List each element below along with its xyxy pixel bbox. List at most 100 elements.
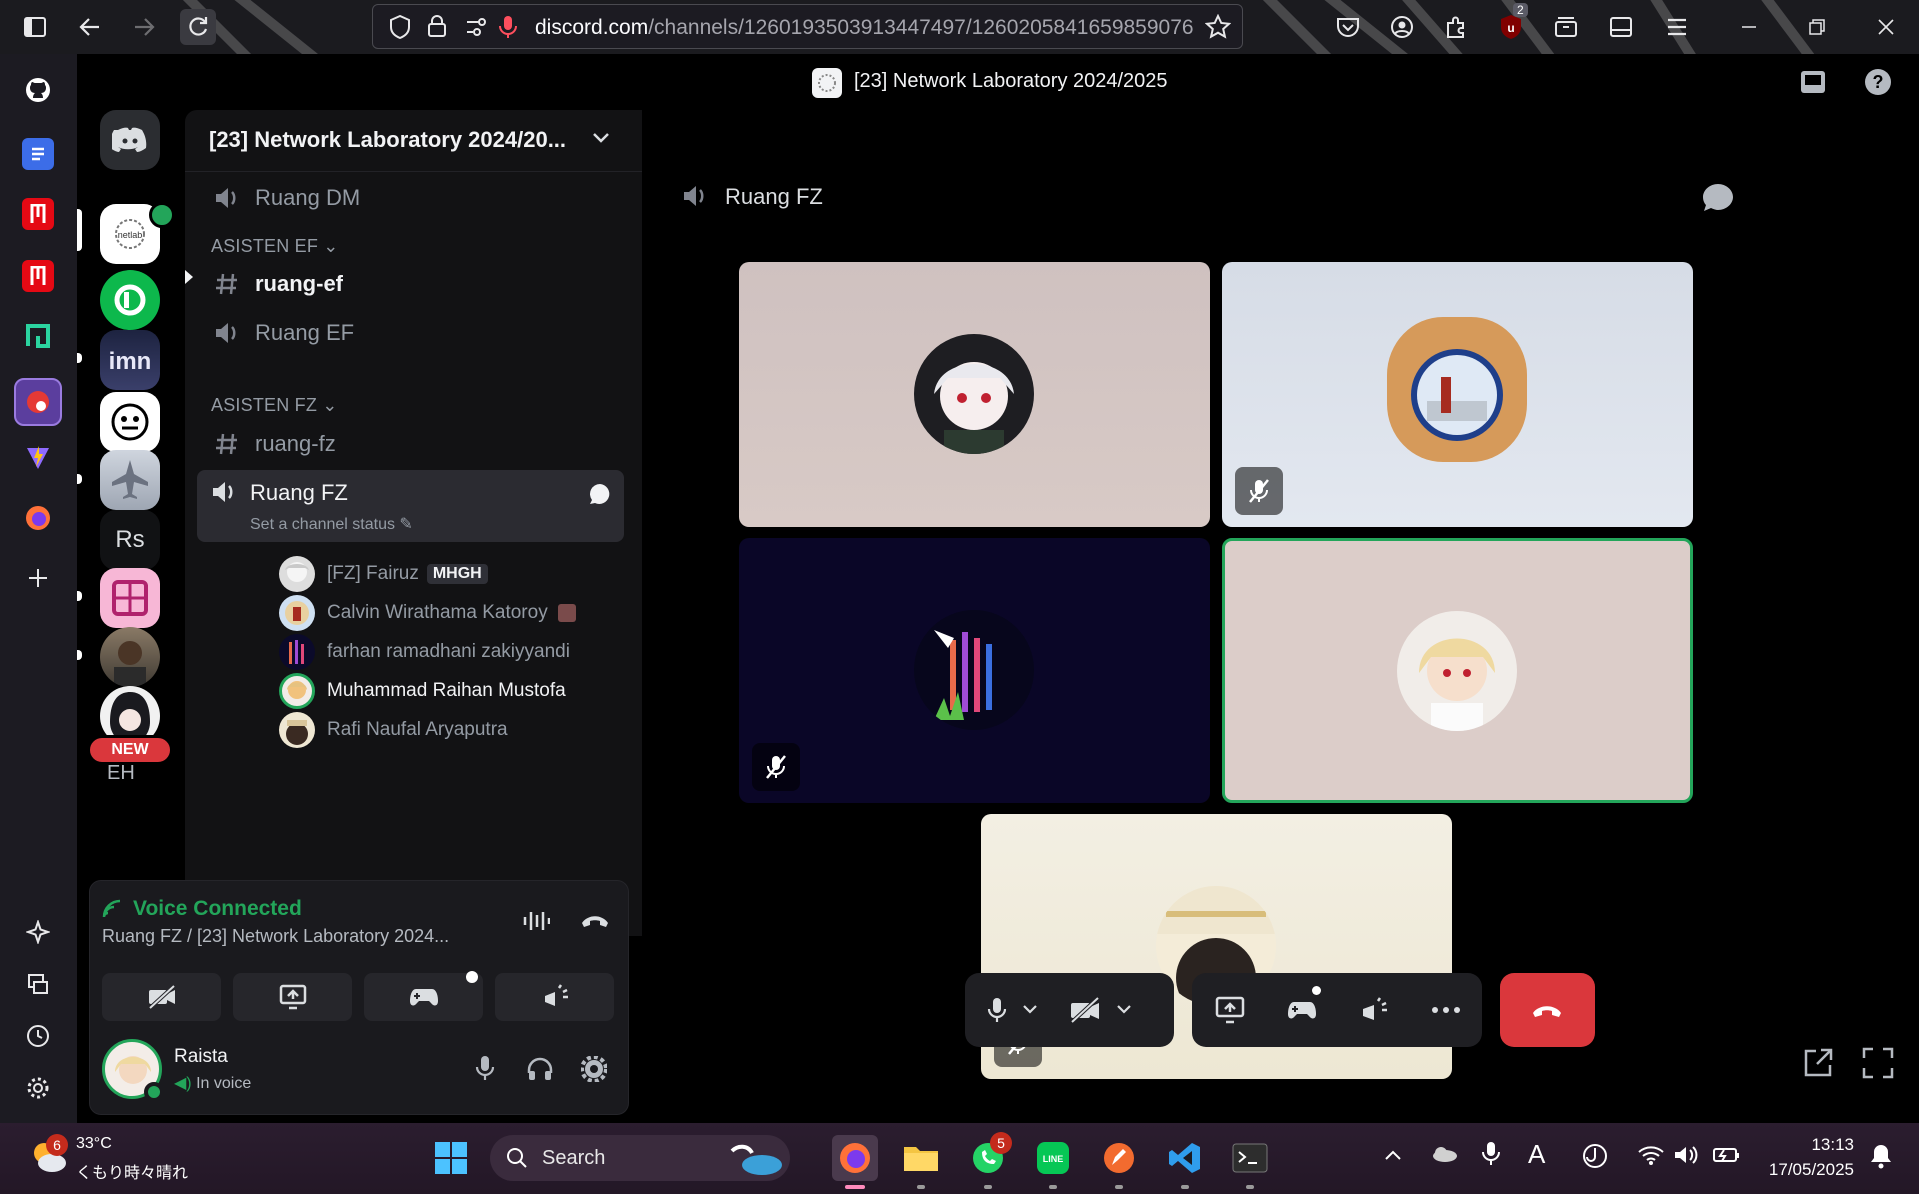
voice-member[interactable]: [FZ] Fairuz MHGH — [279, 552, 488, 596]
channel-ruang-fz-voice-selected[interactable]: Ruang FZ Set a channel status ✎ — [197, 470, 624, 542]
account-icon[interactable] — [1384, 9, 1420, 45]
sidebar-view-icon[interactable] — [1603, 9, 1639, 45]
popout-icon[interactable] — [1802, 1047, 1834, 1079]
reload-icon[interactable] — [180, 9, 216, 45]
tray-overflow-icon[interactable] — [1384, 1149, 1402, 1161]
channel-status-input[interactable]: Set a channel status ✎ — [250, 514, 413, 534]
channel-ruang-ef-text[interactable]: ruang-ef — [197, 262, 624, 306]
sidebar-toggle-icon[interactable] — [17, 9, 53, 45]
server-rs[interactable]: Rs — [100, 510, 160, 570]
voice-location[interactable]: Ruang FZ / [23] Network Laboratory 2024.… — [102, 926, 449, 947]
add-icon[interactable] — [22, 562, 54, 594]
participant-tile[interactable] — [739, 262, 1210, 527]
voice-status[interactable]: Voice Connected — [133, 897, 302, 921]
firefox-icon[interactable] — [22, 502, 54, 534]
history-icon[interactable] — [22, 1020, 54, 1052]
lock-icon[interactable] — [427, 14, 447, 38]
disconnect-icon[interactable] — [580, 911, 610, 929]
participant-tile[interactable] — [1222, 262, 1693, 527]
server-header[interactable]: [23] Network Laboratory 2024/20... — [185, 110, 642, 172]
url-text[interactable]: discord.com/channels/1260193503913447497… — [535, 16, 1194, 40]
activities-button[interactable] — [1270, 973, 1334, 1047]
app-icon-n-2[interactable] — [22, 260, 54, 292]
clock-time[interactable]: 13:13 — [1762, 1135, 1854, 1155]
voice-member[interactable]: Calvin Wirathama Katoroy — [279, 591, 576, 635]
search-box[interactable]: Search — [490, 1135, 790, 1181]
discord-tab-icon[interactable] — [14, 378, 62, 426]
voice-member[interactable]: Rafi Naufal Aryaputra — [279, 708, 508, 752]
camera-off-button[interactable] — [102, 973, 221, 1021]
start-button[interactable] — [428, 1135, 474, 1181]
channel-ruang-ef-voice[interactable]: Ruang EF — [197, 311, 624, 355]
new-badge[interactable]: NEW — [87, 735, 173, 765]
user-settings-icon[interactable] — [581, 1056, 607, 1082]
bookmark-star-icon[interactable] — [1205, 14, 1231, 40]
taskbar-line[interactable]: LINE — [1030, 1135, 1076, 1181]
server-green-d[interactable] — [100, 270, 160, 330]
minimize-icon[interactable] — [1731, 9, 1767, 45]
camera-options-chevron-icon[interactable] — [1109, 973, 1139, 1047]
app-icon-n[interactable] — [22, 198, 54, 230]
volume-icon[interactable] — [1674, 1145, 1700, 1165]
vite-icon[interactable] — [22, 442, 54, 474]
channel-ruang-dm[interactable]: Ruang DM — [197, 176, 624, 220]
activities-button[interactable] — [364, 971, 483, 1021]
mic-options-chevron-icon[interactable] — [1015, 973, 1045, 1047]
taskbar-vscode[interactable] — [1162, 1135, 1208, 1181]
leave-call-button[interactable] — [1500, 973, 1595, 1047]
taskbar-terminal[interactable] — [1227, 1135, 1273, 1181]
app-icon-teal[interactable] — [22, 320, 54, 352]
soundboard-button[interactable] — [1342, 973, 1406, 1047]
user-name[interactable]: Raista — [174, 1046, 228, 1068]
forward-icon[interactable] — [126, 9, 162, 45]
help-icon[interactable]: ? — [1864, 68, 1892, 96]
wifi-icon[interactable] — [1638, 1145, 1664, 1165]
battery-icon[interactable] — [1712, 1145, 1740, 1165]
channel-ruang-fz-text[interactable]: ruang-fz — [197, 422, 624, 466]
github-icon[interactable] — [22, 74, 54, 106]
ai-sparkle-icon[interactable] — [22, 916, 54, 948]
chat-bubble-icon[interactable] — [1702, 183, 1734, 213]
settings-icon[interactable] — [22, 1072, 54, 1104]
category-asisten-fz[interactable]: ASISTEN FZ ⌄ — [211, 395, 338, 416]
synced-tabs-icon[interactable] — [22, 968, 54, 1000]
participant-tile-speaking[interactable] — [1222, 538, 1693, 803]
menu-icon[interactable] — [1659, 9, 1695, 45]
headphones-icon[interactable] — [527, 1057, 553, 1081]
screen-share-button[interactable] — [233, 973, 352, 1021]
server-photo-avatar[interactable] — [100, 627, 160, 687]
voice-member-speaking[interactable]: Muhammad Raihan Mustofa — [279, 669, 566, 713]
soundboard-button[interactable] — [495, 973, 614, 1021]
server-imm[interactable]: imn — [100, 330, 160, 390]
taskbar-firefox[interactable] — [832, 1135, 878, 1181]
permissions-icon[interactable] — [465, 16, 487, 38]
url-bar[interactable]: discord.com/channels/1260193503913447497… — [372, 4, 1243, 49]
server-pink-kanji[interactable] — [100, 568, 160, 628]
taskbar-pen-app[interactable] — [1096, 1135, 1142, 1181]
category-asisten-ef[interactable]: ASISTEN EF ⌄ — [211, 236, 339, 257]
tray-app-icon[interactable] — [1582, 1143, 1608, 1169]
weather-desc[interactable]: くもり時々晴れ — [76, 1159, 188, 1183]
close-icon[interactable] — [1868, 9, 1904, 45]
mic-icon[interactable] — [474, 1055, 496, 1081]
participant-tile[interactable] — [739, 538, 1210, 803]
restore-icon[interactable] — [1799, 9, 1835, 45]
weather-temp[interactable]: 33°C — [76, 1135, 112, 1153]
onedrive-icon[interactable] — [1430, 1145, 1458, 1163]
back-icon[interactable] — [72, 9, 108, 45]
ime-icon[interactable]: A — [1528, 1139, 1545, 1170]
clock-date[interactable]: 17/05/2025 — [1762, 1160, 1854, 1180]
tray-mic-icon[interactable] — [1482, 1141, 1500, 1167]
chat-bubble-icon[interactable] — [589, 483, 611, 505]
extensions-icon[interactable] — [1438, 9, 1474, 45]
voice-member[interactable]: farhan ramadhani zakiyyandi — [279, 630, 570, 674]
inbox-icon[interactable] — [1799, 68, 1827, 96]
taskbar-file-explorer[interactable] — [898, 1135, 944, 1181]
camera-button[interactable] — [1053, 973, 1117, 1047]
more-options-button[interactable] — [1414, 973, 1478, 1047]
fullscreen-icon[interactable] — [1862, 1047, 1894, 1079]
chevron-down-icon[interactable] — [592, 132, 610, 144]
docs-icon[interactable] — [22, 138, 54, 170]
noise-suppression-icon[interactable] — [522, 909, 550, 933]
discord-home-icon[interactable] — [100, 110, 160, 170]
